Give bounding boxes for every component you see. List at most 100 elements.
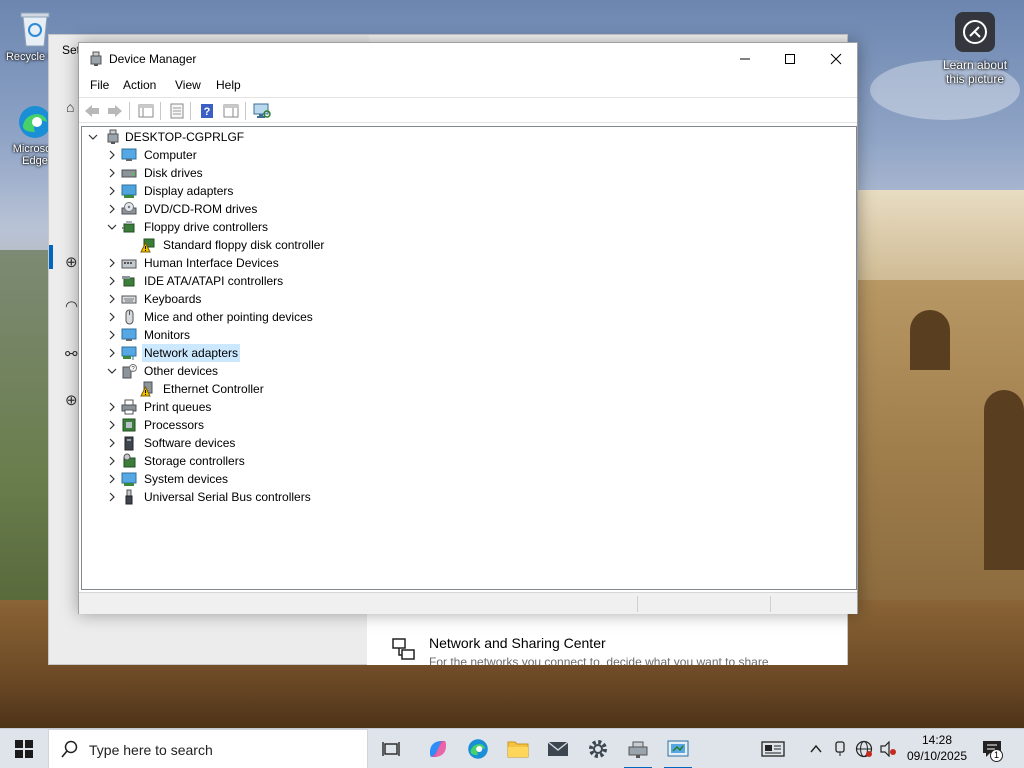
taskbar: Type here to search 14:28 09/10/2025 1 [0,728,1024,768]
maximize-button[interactable] [767,43,813,74]
mail-button[interactable] [538,729,578,768]
notification-center-button[interactable]: 1 [980,739,1004,762]
back-arrow-icon[interactable] [83,102,101,119]
clock-date: 09/10/2025 [906,749,968,763]
volume-tray-button[interactable] [878,739,898,759]
device-manager-window[interactable]: Device Manager File Action View Help ? D… [78,42,858,614]
chevron-right-icon[interactable] [105,164,119,182]
start-button[interactable] [0,729,48,768]
globe-network-icon [855,740,873,758]
minimize-button[interactable] [722,43,768,74]
title-bar[interactable]: Device Manager [79,43,857,75]
learn-about-picture[interactable]: Learn about this picture [936,8,1014,86]
tree-root[interactable]: DESKTOP-CGPRLGF [86,128,386,146]
tree-node-processors[interactable]: Processors [105,416,405,434]
tree-node-dvd-cdrom[interactable]: DVD/CD-ROM drives [105,200,405,218]
tree-node-mice[interactable]: Mice and other pointing devices [105,308,405,326]
tree-node-display-adapters[interactable]: Display adapters [105,182,405,200]
tree-label: Network adapters [142,344,241,362]
menu-file[interactable]: File [88,78,111,92]
network-sharing-center-link[interactable]: Network and Sharing Center For the netwo… [367,613,847,665]
help-icon[interactable]: ? [198,102,216,119]
menu-view[interactable]: View [173,78,203,92]
task-view-button[interactable] [372,729,412,768]
svg-text:?: ? [204,106,211,118]
close-button[interactable] [813,43,859,74]
tree-node-keyboards[interactable]: Keyboards [105,290,405,308]
volume-muted-icon [880,741,896,757]
tree-node-floppy-controllers[interactable]: Floppy drive controllers [105,218,405,236]
menu-action[interactable]: Action [121,78,158,92]
chevron-right-icon[interactable] [105,470,119,488]
globe-icon[interactable]: ⊕ [65,253,78,271]
disk-drive-icon [121,169,137,178]
file-explorer-button[interactable] [498,729,538,768]
edge-taskbar-button[interactable] [458,729,498,768]
meet-now-button[interactable] [830,739,850,759]
tree-node-print-queues[interactable]: Print queues [105,398,405,416]
forward-arrow-icon[interactable] [106,102,124,119]
tree-node-hid[interactable]: Human Interface Devices [105,254,405,272]
tree-node-monitors[interactable]: Monitors [105,326,405,344]
home-icon[interactable]: ⌂ [66,99,74,115]
chevron-right-icon[interactable] [105,452,119,470]
tree-node-network-adapters[interactable]: Network adapters [105,344,405,362]
tree-node-computer[interactable]: Computer [105,146,405,164]
tree-node-usb-controllers[interactable]: Universal Serial Bus controllers [105,488,405,506]
chevron-right-icon[interactable] [105,434,119,452]
copilot-button[interactable] [418,729,458,768]
gear-icon [589,740,607,758]
wallpaper-town [858,190,1024,290]
chevron-down-icon[interactable] [105,362,119,380]
processor-icon [122,418,136,432]
device-manager-taskbar-button[interactable] [618,729,658,768]
chevron-right-icon[interactable] [105,344,119,362]
tree-node-standard-floppy-controller[interactable]: Standard floppy disk controller [124,236,424,254]
network-tray-button[interactable] [854,739,874,759]
news-widget-button[interactable] [760,739,786,759]
chevron-right-icon[interactable] [105,272,119,290]
chevron-right-icon[interactable] [105,326,119,344]
chevron-right-icon[interactable] [105,398,119,416]
warning-device-icon [140,238,155,253]
tree-label: System devices [144,472,229,486]
show-hide-console-tree-icon[interactable] [137,102,155,119]
control-panel-icon [667,740,689,757]
control-panel-taskbar-button[interactable] [658,729,698,768]
tree-node-other-devices[interactable]: ? Other devices [105,362,405,380]
chevron-right-icon[interactable] [105,182,119,200]
chevron-right-icon[interactable] [105,308,119,326]
chevron-right-icon[interactable] [105,488,119,506]
show-hidden-icons-button[interactable] [806,739,826,759]
properties-icon[interactable] [168,102,186,119]
taskbar-search-box[interactable]: Type here to search [48,729,368,768]
scan-hardware-icon[interactable] [253,102,271,119]
wifi-icon[interactable]: ◠ [65,297,78,315]
notification-count-badge: 1 [990,749,1003,762]
display-adapter-icon [121,184,137,198]
device-manager-icon [90,51,102,66]
chevron-down-icon[interactable] [105,218,119,236]
menu-help[interactable]: Help [214,78,243,92]
device-tree[interactable]: DESKTOP-CGPRLGF Computer Disk drives Dis… [81,126,857,590]
clock[interactable]: 14:28 09/10/2025 [902,732,972,764]
tree-label: Processors [144,418,205,432]
tree-node-storage-controllers[interactable]: Storage controllers [105,452,405,470]
chevron-down-icon[interactable] [86,128,100,146]
chevron-right-icon[interactable] [105,290,119,308]
settings-taskbar-button[interactable] [578,729,618,768]
chevron-right-icon[interactable] [105,254,119,272]
tree-node-ide-controllers[interactable]: IDE ATA/ATAPI controllers [105,272,405,290]
tree-node-system-devices[interactable]: System devices [105,470,405,488]
ethernet-icon[interactable]: ⚯ [65,345,78,363]
action-pane-icon[interactable] [222,102,240,119]
monitor-icon [121,328,137,341]
world-icon[interactable]: ⊕ [65,391,78,409]
tree-node-disk-drives[interactable]: Disk drives [105,164,405,182]
tree-node-ethernet-controller[interactable]: Ethernet Controller [124,380,424,398]
tree-node-software-devices[interactable]: Software devices [105,434,405,452]
chevron-right-icon[interactable] [105,200,119,218]
tree-label: Universal Serial Bus controllers [144,490,311,504]
chevron-right-icon[interactable] [105,416,119,434]
chevron-right-icon[interactable] [105,146,119,164]
